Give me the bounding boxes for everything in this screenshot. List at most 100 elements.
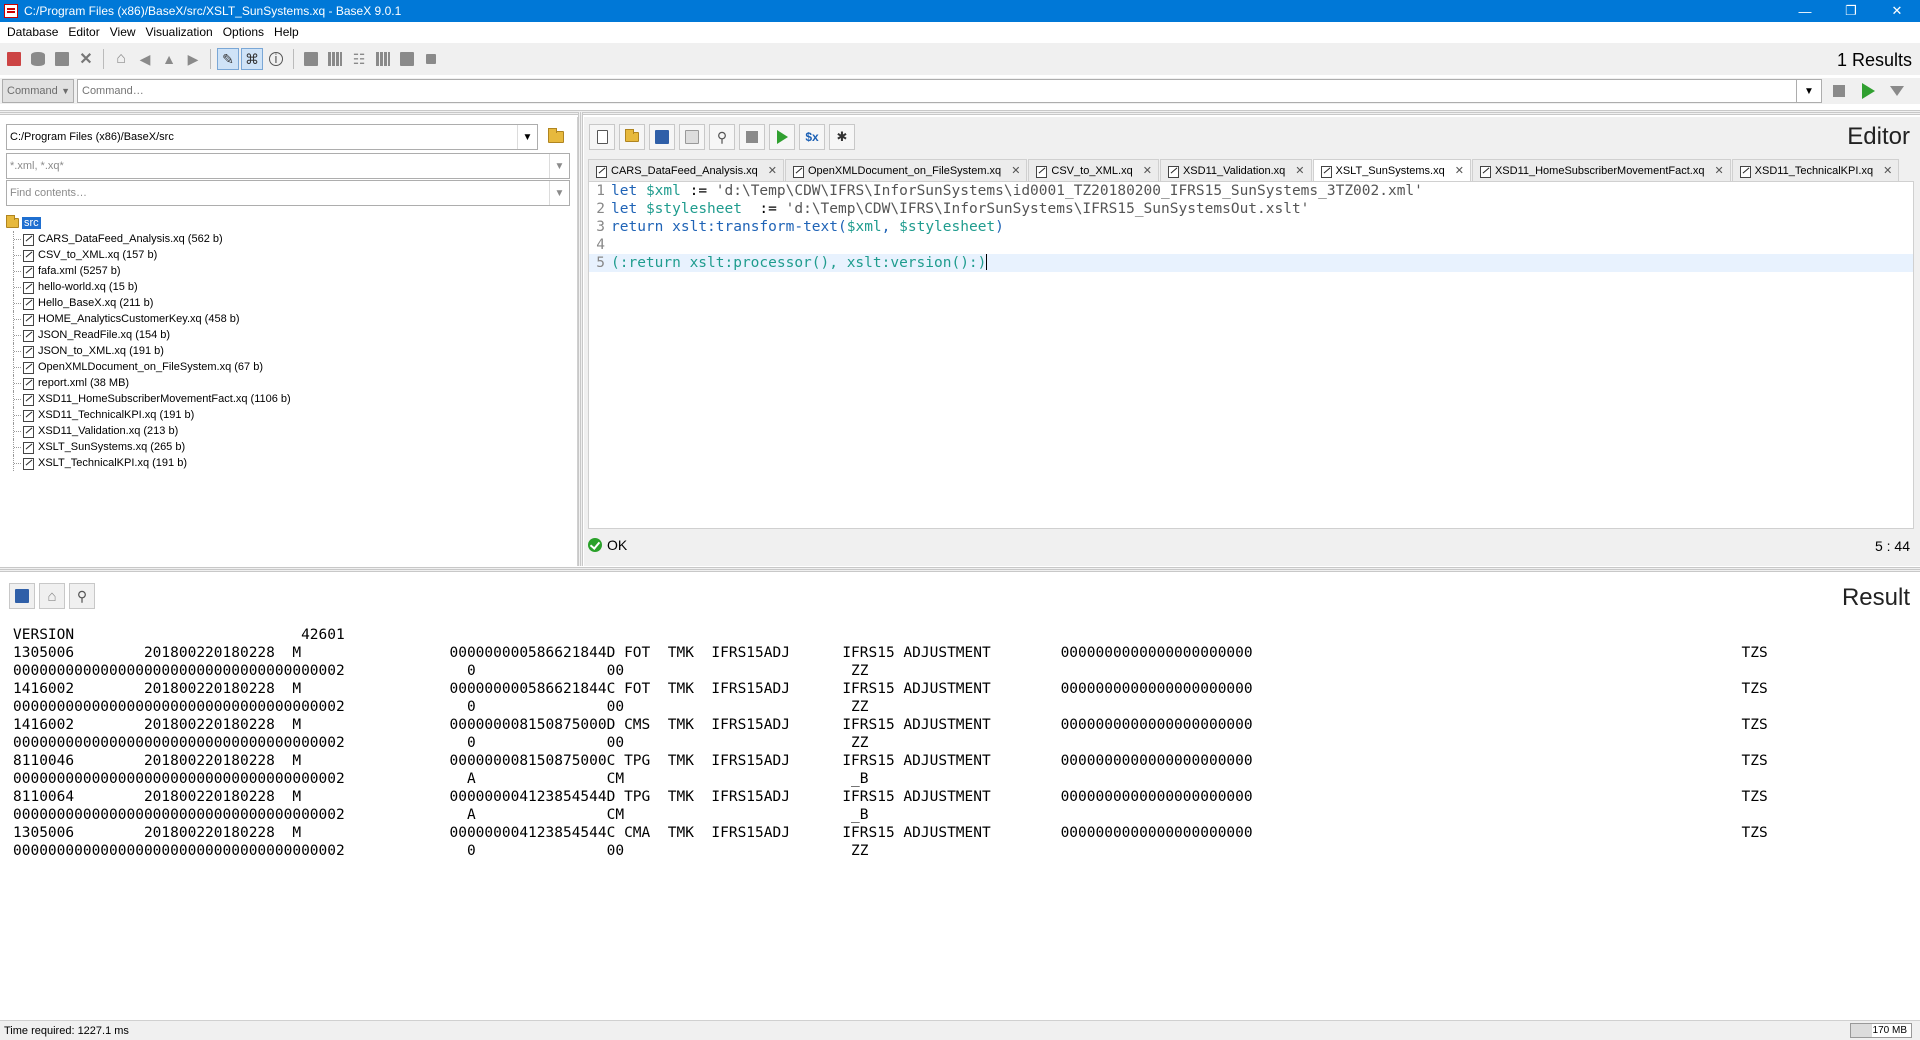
editor-tab[interactable]: CARS_DataFeed_Analysis.xq ✕ — [588, 159, 784, 181]
tree-file-item[interactable]: Hello_BaseX.xq (211 b) — [6, 295, 566, 311]
result-find-button[interactable]: ⚲ — [69, 583, 95, 609]
forward-button[interactable]: ▶ — [182, 48, 204, 70]
close-tab-icon[interactable]: ✕ — [768, 164, 777, 177]
memory-label: 170 MB — [1872, 1025, 1907, 1036]
find-contents-field[interactable]: Find contents… ▼ — [6, 180, 570, 206]
result-output[interactable]: VERSION 42601 1305006 201800220180228 M … — [13, 626, 1768, 860]
tree-file-item[interactable]: XSLT_TechnicalKPI.xq (191 b) — [6, 455, 566, 471]
vertical-splitter[interactable] — [578, 112, 583, 566]
new-database-button[interactable] — [3, 48, 25, 70]
chevron-down-icon[interactable]: ▼ — [549, 181, 569, 205]
project-toggle-button[interactable]: ⌘ — [241, 48, 263, 70]
run-button[interactable] — [1856, 79, 1880, 103]
result-home-button[interactable]: ⌂ — [39, 583, 65, 609]
tree-file-item[interactable]: hello-world.xq (15 b) — [6, 279, 566, 295]
editor-toggle-button[interactable]: ✎ — [217, 48, 239, 70]
test-button[interactable]: $x — [799, 124, 825, 150]
debug-button[interactable]: ✱ — [829, 124, 855, 150]
close-tab-icon[interactable]: ✕ — [1883, 164, 1892, 177]
table-view-icon — [376, 52, 390, 66]
database-properties-button[interactable] — [51, 48, 73, 70]
tree-file-item[interactable]: XSD11_Validation.xq (213 b) — [6, 423, 566, 439]
chevron-down-icon[interactable]: ▼ — [549, 154, 569, 178]
tree-file-item[interactable]: XSLT_SunSystems.xq (265 b) — [6, 439, 566, 455]
memory-usage[interactable]: 170 MB — [1850, 1023, 1912, 1038]
editor-run-button[interactable] — [769, 124, 795, 150]
tree-file-label: Hello_BaseX.xq (211 b) — [38, 297, 154, 309]
tree-view-button[interactable]: ☷ — [348, 48, 370, 70]
file-filter-field[interactable]: *.xml, *.xq* ▼ — [6, 153, 570, 179]
explorer-view-button[interactable] — [396, 48, 418, 70]
close-database-button[interactable]: ✕ — [75, 48, 97, 70]
back-button[interactable]: ◀ — [134, 48, 156, 70]
close-tab-icon[interactable]: ✕ — [1455, 164, 1464, 177]
line-number: 2 — [596, 201, 605, 217]
tree-file-item[interactable]: fafa.xml (5257 b) — [6, 263, 566, 279]
tree-file-item[interactable]: HOME_AnalyticsCustomerKey.xq (458 b) — [6, 311, 566, 327]
open-database-button[interactable] — [27, 48, 49, 70]
editor-tab[interactable]: XSD11_TechnicalKPI.xq ✕ — [1731, 159, 1900, 181]
command-mode-select[interactable]: Command ▼ — [2, 79, 74, 103]
command-history-dropdown[interactable]: ▼ — [1796, 79, 1822, 103]
menu-help[interactable]: Help — [269, 25, 304, 39]
home-button[interactable]: ⌂ — [110, 48, 132, 70]
horizontal-splitter[interactable] — [0, 110, 1920, 115]
info-button[interactable]: i — [265, 48, 287, 70]
stop-button[interactable] — [1827, 79, 1851, 103]
up-button[interactable]: ▲ — [158, 48, 180, 70]
tree-file-item[interactable]: OpenXMLDocument_on_FileSystem.xq (67 b) — [6, 359, 566, 375]
tree-file-item[interactable]: CSV_to_XML.xq (157 b) — [6, 247, 566, 263]
tree-file-item[interactable]: XSD11_HomeSubscriberMovementFact.xq (110… — [6, 391, 566, 407]
tree-file-label: XSLT_TechnicalKPI.xq (191 b) — [38, 457, 187, 469]
editor-tab-active[interactable]: XSLT_SunSystems.xq ✕ — [1312, 159, 1471, 181]
editor-tab[interactable]: XSD11_Validation.xq ✕ — [1159, 159, 1312, 181]
file-icon — [1320, 165, 1332, 178]
plot-view-button[interactable] — [420, 48, 442, 70]
tab-label: XSLT_SunSystems.xq — [1335, 164, 1445, 177]
tree-file-item[interactable]: JSON_to_XML.xq (191 b) — [6, 343, 566, 359]
save-result-button[interactable] — [9, 583, 35, 609]
tree-file-item[interactable]: JSON_ReadFile.xq (154 b) — [6, 327, 566, 343]
find-button[interactable]: ⚲ — [709, 124, 735, 150]
file-icon — [22, 393, 34, 406]
new-file-button[interactable] — [589, 124, 615, 150]
text-view-button[interactable] — [300, 48, 322, 70]
tree-file-label: JSON_to_XML.xq (191 b) — [38, 345, 164, 357]
filter-button[interactable] — [1885, 79, 1909, 103]
editor-tab[interactable]: OpenXMLDocument_on_FileSystem.xq ✕ — [784, 159, 1028, 181]
project-path-field[interactable]: C:/Program Files (x86)/BaseX/src ▼ — [6, 124, 538, 150]
editor-stop-button[interactable] — [739, 124, 765, 150]
close-tab-icon[interactable]: ✕ — [1295, 164, 1304, 177]
file-icon — [22, 457, 34, 470]
menu-editor[interactable]: Editor — [63, 25, 104, 39]
menu-database[interactable]: Database — [2, 25, 63, 39]
code-editor[interactable]: 1 let $xml := 'd:\Temp\CDW\IFRS\InforSunS… — [588, 181, 1914, 529]
menu-options[interactable]: Options — [218, 25, 269, 39]
check-circle-icon — [588, 538, 602, 552]
command-input[interactable] — [77, 79, 1797, 103]
maximize-button[interactable]: ❐ — [1828, 0, 1874, 22]
format-button[interactable] — [679, 124, 705, 150]
close-tab-icon[interactable]: ✕ — [1143, 164, 1152, 177]
horizontal-splitter[interactable] — [0, 567, 1920, 572]
close-button[interactable]: ✕ — [1874, 0, 1920, 22]
tree-file-item[interactable]: XSD11_TechnicalKPI.xq (191 b) — [6, 407, 566, 423]
menu-view[interactable]: View — [105, 25, 141, 39]
save-file-button[interactable] — [649, 124, 675, 150]
tree-root-folder[interactable]: src — [6, 215, 566, 231]
file-icon — [22, 249, 34, 262]
close-tab-icon[interactable]: ✕ — [1011, 164, 1020, 177]
choose-folder-button[interactable] — [542, 124, 570, 150]
editor-tab[interactable]: XSD11_HomeSubscriberMovementFact.xq ✕ — [1471, 159, 1731, 181]
info-icon: i — [269, 52, 283, 66]
editor-tab[interactable]: CSV_to_XML.xq ✕ — [1028, 159, 1159, 181]
tree-file-item[interactable]: CARS_DataFeed_Analysis.xq (562 b) — [6, 231, 566, 247]
close-tab-icon[interactable]: ✕ — [1714, 164, 1723, 177]
tree-file-item[interactable]: report.xml (38 MB) — [6, 375, 566, 391]
map-view-button[interactable] — [324, 48, 346, 70]
table-view-button[interactable] — [372, 48, 394, 70]
chevron-down-icon[interactable]: ▼ — [517, 125, 537, 149]
menu-visualization[interactable]: Visualization — [141, 25, 218, 39]
open-file-button[interactable] — [619, 124, 645, 150]
minimize-button[interactable]: — — [1782, 0, 1828, 22]
